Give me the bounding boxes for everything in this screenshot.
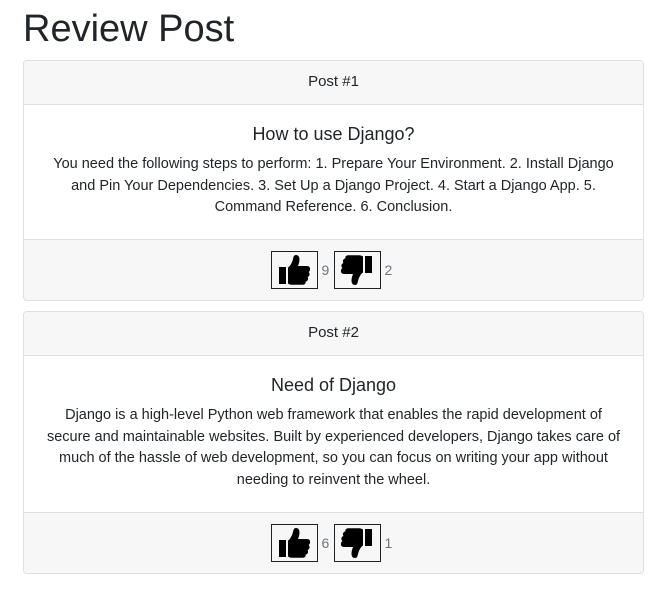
thumbs-up-icon bbox=[279, 255, 311, 285]
post-title: Need of Django bbox=[270, 375, 397, 395]
like-count: 9 bbox=[321, 262, 330, 278]
thumbs-down-icon bbox=[340, 255, 372, 285]
page-title: Review Post bbox=[23, 8, 235, 50]
post-footer: 9 2 bbox=[24, 239, 643, 300]
post-card: Post #1 How to use Django? You need the … bbox=[23, 60, 644, 301]
post-body: Need of Django Django is a high-level Py… bbox=[24, 356, 643, 512]
post-footer: 6 1 bbox=[24, 512, 643, 573]
post-text: Django is a high-level Python web framew… bbox=[46, 407, 621, 488]
post-title: How to use Django? bbox=[252, 124, 415, 144]
thumbs-down-icon bbox=[340, 528, 372, 558]
like-button[interactable] bbox=[270, 251, 318, 289]
dislike-button[interactable] bbox=[333, 251, 381, 289]
post-text: You need the following steps to perform:… bbox=[53, 156, 614, 215]
post-header: Post #1 bbox=[24, 61, 643, 105]
dislike-count: 1 bbox=[384, 535, 393, 551]
dislike-count: 2 bbox=[384, 262, 393, 278]
like-button[interactable] bbox=[270, 524, 318, 562]
post-header: Post #2 bbox=[24, 312, 643, 356]
review-page: Review Post Post #1 How to use Django? Y… bbox=[0, 0, 671, 613]
dislike-button[interactable] bbox=[333, 524, 381, 562]
like-count: 6 bbox=[321, 535, 330, 551]
post-body: How to use Django? You need the followin… bbox=[24, 105, 643, 239]
post-card: Post #2 Need of Django Django is a high-… bbox=[23, 311, 644, 574]
thumbs-up-icon bbox=[279, 528, 311, 558]
